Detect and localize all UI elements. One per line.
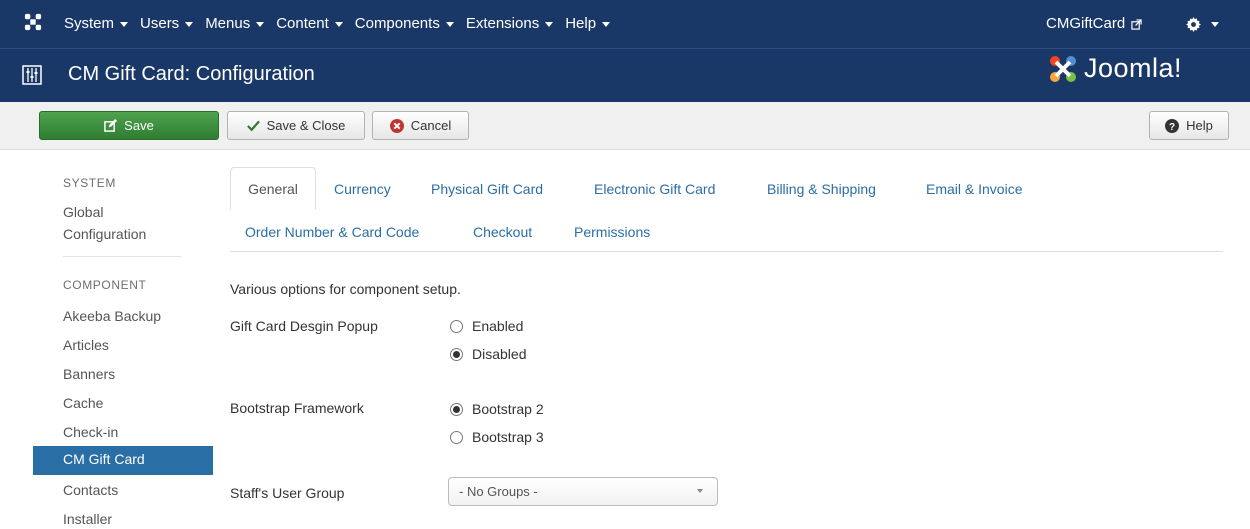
save-close-button[interactable]: Save & Close bbox=[227, 111, 365, 140]
radio-unchecked-icon bbox=[450, 319, 463, 333]
menu-extensions[interactable]: Extensions bbox=[460, 0, 559, 48]
joomla-icon[interactable] bbox=[24, 13, 42, 31]
menu-components[interactable]: Components bbox=[349, 0, 460, 48]
sidebar-item-cm-gift-card[interactable]: CM Gift Card bbox=[33, 446, 213, 475]
popup-enabled-radio[interactable]: Enabled bbox=[450, 318, 523, 334]
joomla-wordmark: Joomla! bbox=[1084, 53, 1183, 83]
menu-system[interactable]: System bbox=[58, 0, 134, 48]
sidebar-divider bbox=[63, 256, 181, 257]
title-bar: CM Gift Card: Configuration Joomla! bbox=[0, 48, 1250, 102]
staff-group-select[interactable]: - No Groups - bbox=[448, 477, 718, 506]
caret-down-icon bbox=[602, 21, 611, 27]
sidebar: SYSTEM Global Configuration COMPONENT Ak… bbox=[0, 150, 213, 529]
equalizer-icon bbox=[22, 65, 42, 85]
joomla-logo-icon bbox=[1050, 55, 1076, 82]
sidebar-item-banners[interactable]: Banners bbox=[63, 364, 115, 384]
caret-down-icon bbox=[445, 21, 454, 27]
top-navbar: System Users Menus Content Components Ex… bbox=[0, 0, 1250, 48]
tab-order-number-card-code[interactable]: Order Number & Card Code bbox=[245, 224, 419, 240]
menu-users[interactable]: Users bbox=[134, 0, 199, 48]
sidebar-item-installer[interactable]: Installer bbox=[63, 509, 112, 529]
tab-email-invoice[interactable]: Email & Invoice bbox=[926, 181, 1022, 197]
external-link-icon bbox=[1131, 18, 1142, 30]
sidebar-item-akeeba-backup[interactable]: Akeeba Backup bbox=[63, 306, 161, 326]
gear-icon bbox=[1186, 16, 1201, 32]
popup-field-label: Gift Card Desgin Popup bbox=[230, 318, 378, 334]
tab-general[interactable]: General bbox=[230, 167, 316, 210]
sidebar-item-articles[interactable]: Articles bbox=[63, 335, 109, 355]
radio-unchecked-icon bbox=[450, 430, 463, 444]
tab-permissions[interactable]: Permissions bbox=[574, 224, 650, 240]
sidebar-item-check-in[interactable]: Check-in bbox=[63, 422, 118, 442]
radio-checked-icon bbox=[450, 402, 463, 416]
check-icon bbox=[246, 120, 260, 131]
caret-down-icon bbox=[120, 21, 129, 27]
page-title: CM Gift Card: Configuration bbox=[68, 63, 315, 85]
edit-icon bbox=[104, 119, 118, 132]
sidebar-heading-system: SYSTEM bbox=[63, 176, 116, 190]
bootstrap-3-radio[interactable]: Bootstrap 3 bbox=[450, 429, 544, 445]
joomla-logo: Joomla! bbox=[1048, 53, 1182, 84]
caret-down-icon bbox=[1211, 21, 1219, 27]
sidebar-item-cache[interactable]: Cache bbox=[63, 393, 103, 413]
question-icon: ? bbox=[1165, 118, 1180, 133]
site-link[interactable]: CMGiftCard bbox=[1046, 0, 1142, 48]
sidebar-item-contacts[interactable]: Contacts bbox=[63, 480, 118, 500]
caret-down-icon bbox=[185, 21, 194, 27]
tab-description: Various options for component setup. bbox=[230, 281, 461, 297]
main-menu: System Users Menus Content Components Ex… bbox=[58, 0, 616, 48]
cancel-button[interactable]: Cancel bbox=[372, 111, 469, 140]
menu-content[interactable]: Content bbox=[270, 0, 349, 48]
sidebar-item-global-configuration[interactable]: Global Configuration bbox=[63, 202, 146, 244]
menu-help[interactable]: Help bbox=[559, 0, 616, 48]
radio-checked-icon bbox=[450, 347, 463, 361]
tab-billing-shipping[interactable]: Billing & Shipping bbox=[767, 181, 876, 197]
menu-menus[interactable]: Menus bbox=[199, 0, 270, 48]
help-button[interactable]: ? Help bbox=[1149, 111, 1229, 140]
chevron-down-icon bbox=[697, 489, 703, 493]
caret-down-icon bbox=[545, 21, 554, 27]
bootstrap-2-radio[interactable]: Bootstrap 2 bbox=[450, 401, 544, 417]
caret-down-icon bbox=[256, 21, 265, 27]
save-button[interactable]: Save bbox=[39, 111, 219, 140]
bootstrap-field-label: Bootstrap Framework bbox=[230, 400, 364, 416]
tab-currency[interactable]: Currency bbox=[334, 181, 391, 197]
cancel-icon bbox=[389, 118, 404, 133]
staff-group-field-label: Staff's User Group bbox=[230, 485, 345, 501]
sidebar-heading-component: COMPONENT bbox=[63, 278, 147, 292]
tabs-divider bbox=[230, 251, 1223, 252]
tab-checkout[interactable]: Checkout bbox=[473, 224, 532, 240]
popup-disabled-radio[interactable]: Disabled bbox=[450, 346, 526, 362]
tab-physical-gift-card[interactable]: Physical Gift Card bbox=[431, 181, 543, 197]
svg-text:?: ? bbox=[1169, 122, 1175, 133]
tab-electronic-gift-card[interactable]: Electronic Gift Card bbox=[594, 181, 715, 197]
caret-down-icon bbox=[334, 21, 343, 27]
toolbar: Save Save & Close Cancel ? Help bbox=[0, 102, 1250, 150]
user-settings-menu[interactable] bbox=[1186, 0, 1219, 48]
